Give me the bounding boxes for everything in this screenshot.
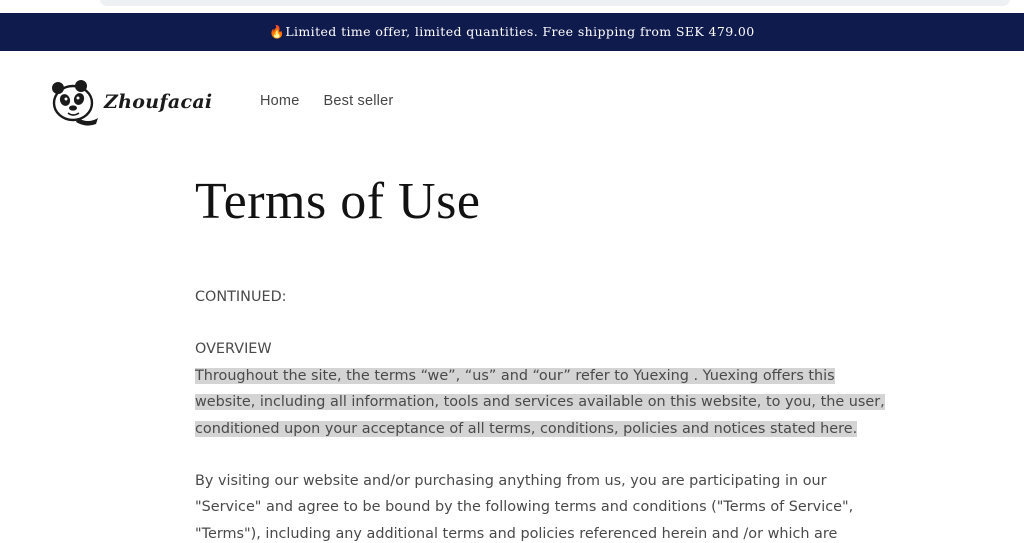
nav-item-home[interactable]: Home xyxy=(260,93,299,109)
panda-icon xyxy=(52,80,98,126)
announcement-text: 🔥Limited time offer, limited quantities.… xyxy=(269,24,755,39)
brand-logo-link[interactable]: Zhoufacai xyxy=(48,78,212,126)
continued-label: CONTINUED: xyxy=(195,289,287,305)
fire-icon: 🔥 xyxy=(269,24,286,39)
announcement-bar: 🔥Limited time offer, limited quantities.… xyxy=(0,13,1024,51)
brand-name: Zhoufacai xyxy=(104,91,213,113)
site-header: Zhoufacai Home Best seller xyxy=(0,51,1024,151)
overview-line: Throughout the site, the terms “we”, “us… xyxy=(195,367,835,384)
overview-line: website, including all information, tool… xyxy=(195,394,885,411)
overview-line: conditioned upon your acceptance of all … xyxy=(195,420,858,437)
terms-content: CONTINUED: OVERVIEW Throughout the site,… xyxy=(195,284,935,543)
main-nav: Home Best seller xyxy=(260,93,393,109)
nav-item-best-seller[interactable]: Best seller xyxy=(323,93,393,109)
address-bar-edge[interactable] xyxy=(100,0,1010,6)
page-title: Terms of Use xyxy=(195,173,481,230)
overview-paragraph: Throughout the site, the terms “we”, “us… xyxy=(195,363,935,442)
overview-heading: OVERVIEW xyxy=(195,341,272,358)
service-paragraph: By visiting our website and/or purchasin… xyxy=(195,468,935,543)
service-line: "Service" and agree to be bound by the f… xyxy=(195,499,854,516)
service-line: By visiting our website and/or purchasin… xyxy=(195,473,827,490)
browser-chrome-strip xyxy=(0,0,1024,13)
service-line: "Terms"), including any additional terms… xyxy=(195,525,838,542)
